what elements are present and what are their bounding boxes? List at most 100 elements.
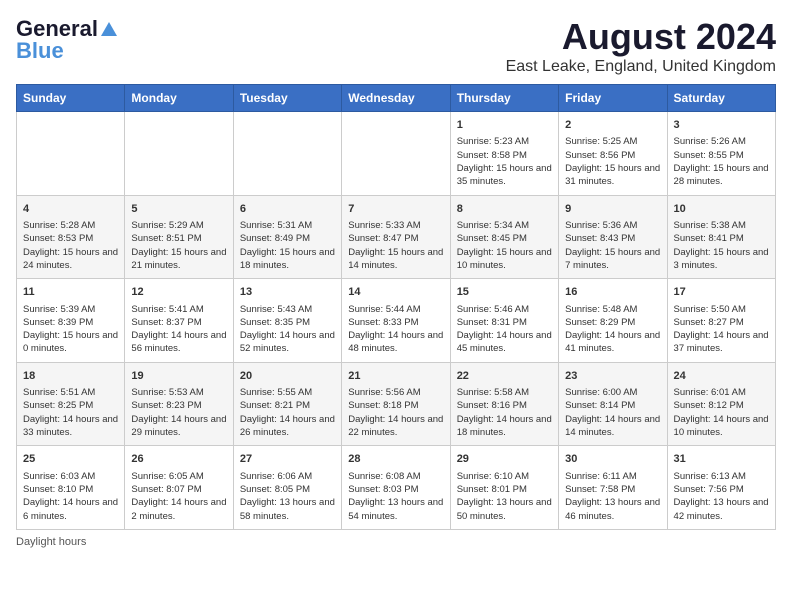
calendar-cell: 24 Sunrise: 6:01 AM Sunset: 8:12 PM Dayli… [667,362,775,446]
day-number: 6 [240,202,335,217]
calendar-cell [342,112,450,196]
page-subtitle: East Leake, England, United Kingdom [506,58,776,76]
day-info: Sunrise: 5:56 AM Sunset: 8:18 PM Dayligh… [348,386,443,439]
day-info: Sunrise: 5:36 AM Sunset: 8:43 PM Dayligh… [565,219,660,272]
day-info: Sunrise: 6:06 AM Sunset: 8:05 PM Dayligh… [240,470,335,523]
day-number: 16 [565,285,660,300]
day-header-friday: Friday [559,85,667,112]
day-number: 14 [348,285,443,300]
calendar-cell: 23 Sunrise: 6:00 AM Sunset: 8:14 PM Dayli… [559,362,667,446]
calendar-cell: 9 Sunrise: 5:36 AM Sunset: 8:43 PM Daylig… [559,195,667,279]
day-info: Sunrise: 5:25 AM Sunset: 8:56 PM Dayligh… [565,135,660,188]
day-header-thursday: Thursday [450,85,558,112]
calendar-cell: 19 Sunrise: 5:53 AM Sunset: 8:23 PM Dayli… [125,362,233,446]
day-info: Sunrise: 5:29 AM Sunset: 8:51 PM Dayligh… [131,219,226,272]
day-info: Sunrise: 5:46 AM Sunset: 8:31 PM Dayligh… [457,303,552,356]
calendar-cell: 16Sunrise: 5:48 AM Sunset: 8:29 PM Dayli… [559,279,667,363]
day-number: 15 [457,285,552,300]
day-header-sunday: Sunday [17,85,125,112]
day-info: Sunrise: 5:39 AM Sunset: 8:39 PM Dayligh… [23,303,118,356]
calendar-cell: 1Sunrise: 5:23 AM Sunset: 8:58 PM Daylig… [450,112,558,196]
day-info: Sunrise: 5:28 AM Sunset: 8:53 PM Dayligh… [23,219,118,272]
calendar-cell: 15 Sunrise: 5:46 AM Sunset: 8:31 PM Dayli… [450,279,558,363]
day-info: Sunrise: 5:31 AM Sunset: 8:49 PM Dayligh… [240,219,335,272]
calendar-cell: 14 Sunrise: 5:44 AM Sunset: 8:33 PM Dayli… [342,279,450,363]
day-info: Sunrise: 5:43 AM Sunset: 8:35 PM Dayligh… [240,303,335,356]
logo-triangle-icon [100,20,118,38]
calendar-cell: 2 Sunrise: 5:25 AM Sunset: 8:56 PM Daylig… [559,112,667,196]
day-info: Sunrise: 6:01 AM Sunset: 8:12 PM Dayligh… [674,386,769,439]
calendar-cell: 26 Sunrise: 6:05 AM Sunset: 8:07 PM Dayli… [125,446,233,530]
day-info: Sunrise: 6:05 AM Sunset: 8:07 PM Dayligh… [131,470,226,523]
day-info: Sunrise: 5:51 AM Sunset: 8:25 PM Dayligh… [23,386,118,439]
day-info: Sunrise: 5:34 AM Sunset: 8:45 PM Dayligh… [457,219,552,272]
day-info: Sunrise: 5:53 AM Sunset: 8:23 PM Dayligh… [131,386,226,439]
day-info: Sunrise: 6:03 AM Sunset: 8:10 PM Dayligh… [23,470,118,523]
day-info: Sunrise: 5:23 AM Sunset: 8:58 PM Dayligh… [457,135,552,188]
day-number: 9 [565,202,660,217]
day-number: 24 [674,369,769,384]
day-info: Sunrise: 5:33 AM Sunset: 8:47 PM Dayligh… [348,219,443,272]
calendar-cell: 22 Sunrise: 5:58 AM Sunset: 8:16 PM Dayli… [450,362,558,446]
day-info: Sunrise: 5:58 AM Sunset: 8:16 PM Dayligh… [457,386,552,439]
day-number: 18 [23,369,118,384]
day-number: 13 [240,285,335,300]
footer-daylight: Daylight hours [16,536,776,548]
day-info: Sunrise: 6:00 AM Sunset: 8:14 PM Dayligh… [565,386,660,439]
day-number: 11 [23,285,118,300]
day-number: 2 [565,118,660,133]
calendar-cell: 21 Sunrise: 5:56 AM Sunset: 8:18 PM Dayli… [342,362,450,446]
day-info: Sunrise: 6:13 AM Sunset: 7:56 PM Dayligh… [674,470,769,523]
day-number: 23 [565,369,660,384]
logo-blue: Blue [16,38,64,64]
day-header-saturday: Saturday [667,85,775,112]
calendar-cell: 4 Sunrise: 5:28 AM Sunset: 8:53 PM Daylig… [17,195,125,279]
calendar-cell: 5 Sunrise: 5:29 AM Sunset: 8:51 PM Daylig… [125,195,233,279]
calendar-cell: 18 Sunrise: 5:51 AM Sunset: 8:25 PM Dayli… [17,362,125,446]
calendar-cell: 25 Sunrise: 6:03 AM Sunset: 8:10 PM Dayli… [17,446,125,530]
page-header: General Blue August 2024 East Leake, Eng… [16,16,776,76]
calendar-cell: 8 Sunrise: 5:34 AM Sunset: 8:45 PM Daylig… [450,195,558,279]
logo: General Blue [16,16,118,64]
calendar-cell: 17Sunrise: 5:50 AM Sunset: 8:27 PM Dayli… [667,279,775,363]
day-number: 22 [457,369,552,384]
calendar-cell: 11 Sunrise: 5:39 AM Sunset: 8:39 PM Dayli… [17,279,125,363]
calendar-cell: 13 Sunrise: 5:43 AM Sunset: 8:35 PM Dayli… [233,279,341,363]
calendar-table: SundayMondayTuesdayWednesdayThursdayFrid… [16,84,776,530]
day-info: Sunrise: 5:44 AM Sunset: 8:33 PM Dayligh… [348,303,443,356]
calendar-cell: 30 Sunrise: 6:11 AM Sunset: 7:58 PM Dayli… [559,446,667,530]
calendar-cell: 10 Sunrise: 5:38 AM Sunset: 8:41 PM Dayli… [667,195,775,279]
day-number: 8 [457,202,552,217]
day-number: 21 [348,369,443,384]
calendar-cell: 7Sunrise: 5:33 AM Sunset: 8:47 PM Daylig… [342,195,450,279]
calendar-cell [17,112,125,196]
day-info: Sunrise: 5:38 AM Sunset: 8:41 PM Dayligh… [674,219,769,272]
day-number: 19 [131,369,226,384]
calendar-cell [125,112,233,196]
day-number: 4 [23,202,118,217]
calendar-cell: 29Sunrise: 6:10 AM Sunset: 8:01 PM Dayli… [450,446,558,530]
day-number: 20 [240,369,335,384]
calendar-cell: 6 Sunrise: 5:31 AM Sunset: 8:49 PM Daylig… [233,195,341,279]
day-number: 27 [240,452,335,467]
day-number: 5 [131,202,226,217]
day-number: 3 [674,118,769,133]
calendar-cell: 31Sunrise: 6:13 AM Sunset: 7:56 PM Dayli… [667,446,775,530]
day-header-wednesday: Wednesday [342,85,450,112]
calendar-cell [233,112,341,196]
day-number: 26 [131,452,226,467]
calendar-cell: 20Sunrise: 5:55 AM Sunset: 8:21 PM Dayli… [233,362,341,446]
day-number: 28 [348,452,443,467]
calendar-cell: 28 Sunrise: 6:08 AM Sunset: 8:03 PM Dayli… [342,446,450,530]
calendar-cell: 27 Sunrise: 6:06 AM Sunset: 8:05 PM Dayli… [233,446,341,530]
day-number: 30 [565,452,660,467]
page-title: August 2024 [506,16,776,58]
day-info: Sunrise: 6:11 AM Sunset: 7:58 PM Dayligh… [565,470,660,523]
title-area: August 2024 East Leake, England, United … [506,16,776,76]
calendar-cell: 3Sunrise: 5:26 AM Sunset: 8:55 PM Daylig… [667,112,775,196]
day-info: Sunrise: 6:08 AM Sunset: 8:03 PM Dayligh… [348,470,443,523]
day-number: 29 [457,452,552,467]
day-number: 25 [23,452,118,467]
day-header-monday: Monday [125,85,233,112]
day-number: 10 [674,202,769,217]
